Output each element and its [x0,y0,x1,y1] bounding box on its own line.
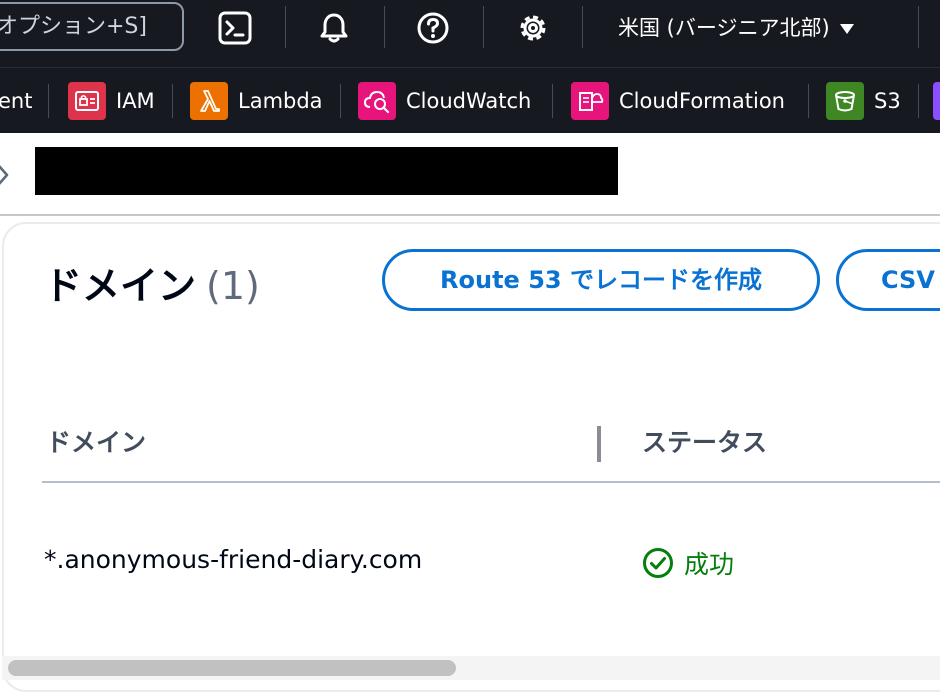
nav-divider [285,6,286,48]
domains-count: (1) [206,264,260,308]
top-navigation: オプション+S] 米国 (バージニア北部) [0,0,940,67]
column-resize-handle[interactable] [597,426,601,462]
favorites-bar: ent IAM Lambda CloudWatch CloudFormation… [0,67,940,133]
region-selector[interactable]: 米国 (バージニア北部) [618,8,854,48]
gear-icon[interactable] [513,8,553,48]
search-shortcut-label: オプション+S] [0,14,147,39]
favorites-divider [48,84,49,118]
export-csv-label: CSV [881,266,935,294]
favorite-label: CloudFormation [619,89,785,113]
favorites-divider [808,84,809,118]
nav-divider [483,6,484,48]
favorite-item-truncated[interactable]: ent [0,81,32,121]
column-header-label: ドメイン [46,428,147,457]
export-csv-button[interactable]: CSV [836,249,940,311]
favorite-item-cloudformation[interactable]: CloudFormation [571,81,785,121]
lambda-icon [190,82,228,120]
favorites-divider [340,84,341,118]
scrollbar-thumb[interactable] [8,660,456,676]
nav-divider [582,6,583,48]
table-header-divider [42,481,940,483]
domains-header: ドメイン (1) [44,255,260,310]
nav-divider [918,6,919,48]
status-success-icon [642,547,674,579]
domain-cell: *.anonymous-friend-diary.com [44,545,423,574]
bell-icon[interactable] [314,8,354,48]
s3-icon [826,82,864,120]
favorite-label: IAM [116,89,155,113]
favorite-item-iam[interactable]: IAM [68,81,155,121]
nav-divider [384,6,385,48]
status-cell: 成功 [642,545,734,581]
create-route53-records-button[interactable]: Route 53 でレコードを作成 [382,249,820,311]
help-icon[interactable] [413,8,453,48]
favorite-label: S3 [874,89,901,113]
status-label: 成功 [684,550,735,579]
chevron-right-icon[interactable] [0,163,10,191]
caret-down-icon [839,24,854,34]
column-header-label: ステータス [642,428,768,457]
column-header-domain[interactable]: ドメイン [46,423,146,459]
domains-title: ドメイン [44,264,197,308]
column-header-status[interactable]: ステータス [642,423,767,459]
redacted-breadcrumb [35,147,618,195]
search-shortcut-button[interactable]: オプション+S] [0,2,184,51]
create-route53-records-label: Route 53 でレコードを作成 [440,266,762,294]
favorite-label: Lambda [238,89,323,113]
cloudwatch-icon [358,82,396,120]
favorite-item-lambda[interactable]: Lambda [190,81,323,121]
favorite-item-s3[interactable]: S3 [826,81,901,121]
favorite-item-cloudwatch[interactable]: CloudWatch [358,81,531,121]
favorite-label: ent [0,89,33,113]
region-label: 米国 (バージニア北部) [618,16,830,40]
cloudshell-icon[interactable] [215,8,255,48]
favorites-divider [552,84,553,118]
favorites-divider [172,84,173,118]
favorite-label: CloudWatch [406,89,532,113]
favorites-divider [918,84,919,118]
iam-icon [68,82,106,120]
cloudformation-icon [571,82,609,120]
favorite-item-truncated-icon[interactable] [933,82,940,120]
